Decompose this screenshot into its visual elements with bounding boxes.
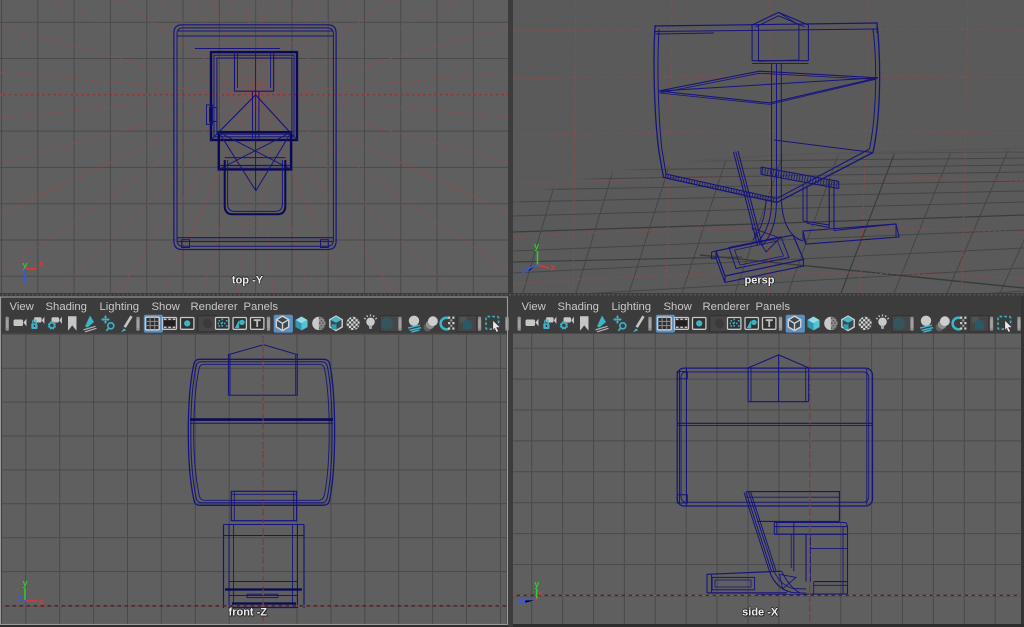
- svg-text:top -Y: top -Y: [232, 274, 264, 286]
- svg-text:z: z: [518, 595, 523, 605]
- svg-text:Show: Show: [152, 301, 181, 313]
- svg-text:Renderer: Renderer: [191, 301, 238, 313]
- svg-text:View: View: [10, 301, 35, 313]
- svg-text:View: View: [522, 301, 547, 313]
- svg-text:z: z: [18, 593, 23, 603]
- svg-text:persp: persp: [745, 274, 775, 286]
- svg-text:Shading: Shading: [46, 301, 87, 313]
- svg-text:Shading: Shading: [558, 301, 599, 313]
- svg-text:Lighting: Lighting: [612, 301, 652, 313]
- svg-text:y: y: [22, 578, 27, 588]
- svg-text:Renderer: Renderer: [703, 301, 750, 313]
- svg-text:z: z: [522, 266, 527, 276]
- svg-text:Panels: Panels: [756, 301, 791, 313]
- svg-text:x: x: [38, 597, 43, 607]
- svg-text:Lighting: Lighting: [100, 301, 140, 313]
- svg-text:Show: Show: [664, 301, 693, 313]
- svg-text:x: x: [550, 262, 555, 272]
- svg-text:side -X: side -X: [742, 607, 779, 619]
- svg-text:y: y: [534, 241, 539, 251]
- svg-text:x: x: [538, 588, 543, 598]
- svg-text:x: x: [38, 259, 43, 269]
- svg-text:z: z: [23, 276, 28, 286]
- svg-text:Panels: Panels: [244, 301, 279, 313]
- svg-text:front -Z: front -Z: [229, 607, 268, 619]
